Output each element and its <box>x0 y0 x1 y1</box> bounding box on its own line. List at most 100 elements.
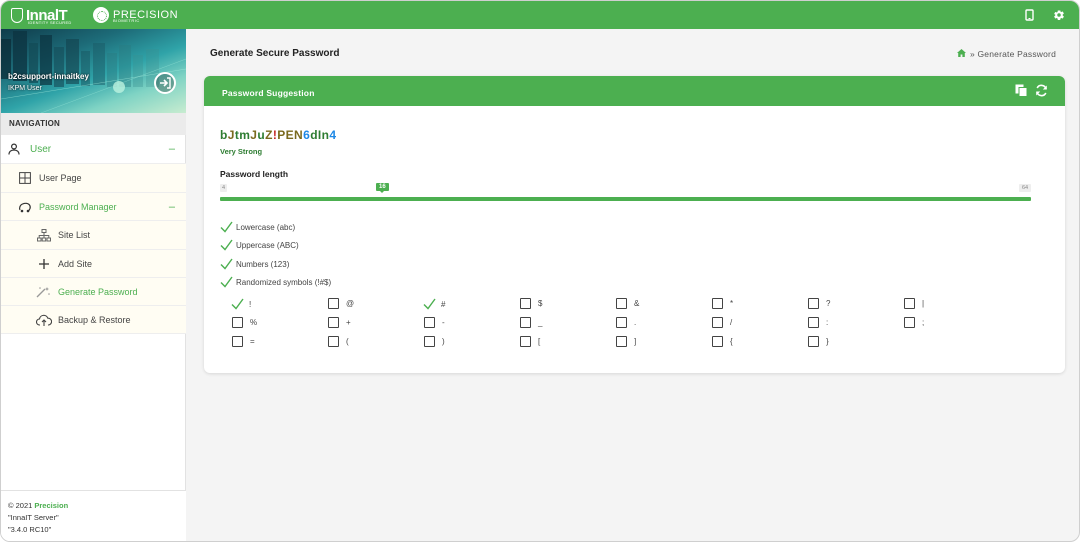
symbol-checkbox[interactable]: / <box>712 317 732 328</box>
sidebar-item-site-list[interactable]: Site List <box>1 221 186 250</box>
symbol-checkbox[interactable]: : <box>808 317 828 328</box>
cloud-upload-icon <box>36 314 52 326</box>
checkbox-box[interactable] <box>712 317 723 328</box>
sidebar-item-generate-password[interactable]: Generate Password <box>1 278 186 306</box>
checkbox-box[interactable] <box>424 336 435 347</box>
symbol-checkbox[interactable]: { <box>712 336 733 347</box>
symbol-checkbox[interactable]: + <box>328 317 351 328</box>
sidebar: b2csupport-innaitkey IKPM User NAVIGATIO… <box>1 29 186 541</box>
checkbox-box[interactable] <box>712 336 723 347</box>
symbol-checkbox[interactable]: & <box>616 298 639 309</box>
symbol-checkbox[interactable]: ) <box>424 336 445 347</box>
symbol-checkbox[interactable]: ( <box>328 336 349 347</box>
option-label: Randomized symbols (!#$) <box>236 277 332 287</box>
checkbox-box[interactable] <box>232 317 243 328</box>
symbol-label: @ <box>346 299 355 308</box>
sidebar-item-user[interactable]: User – <box>1 135 186 164</box>
checkbox-box[interactable] <box>904 317 915 328</box>
magic-wand-icon <box>36 286 51 298</box>
checkbox-box[interactable] <box>328 317 339 328</box>
collapse-icon[interactable]: – <box>169 143 175 155</box>
symbol-label: ] <box>634 337 637 346</box>
symbol-label: + <box>346 318 351 327</box>
check-icon <box>220 239 233 251</box>
checkbox-box[interactable] <box>808 298 819 309</box>
innait-logo[interactable]: InnalT IDENTITY SECURED <box>11 5 71 25</box>
sidebar-item-label: Generate Password <box>58 286 138 297</box>
checkbox-box[interactable] <box>520 298 531 309</box>
company-link[interactable]: Precision <box>34 501 68 510</box>
checkbox-box[interactable] <box>616 317 627 328</box>
city-skyline-image <box>1 31 186 113</box>
logout-icon[interactable] <box>154 72 176 94</box>
password-char-group: J <box>227 128 235 142</box>
checkbox-box[interactable] <box>616 298 627 309</box>
home-icon[interactable] <box>956 49 966 59</box>
grid-icon <box>19 172 31 184</box>
symbol-checkbox[interactable]: ? <box>808 298 830 309</box>
checkbox-box[interactable] <box>520 336 531 347</box>
checkbox-box[interactable] <box>712 298 723 309</box>
symbol-label: ; <box>922 318 925 327</box>
symbol-checkbox[interactable]: * <box>712 298 733 309</box>
sidebar-item-add-site[interactable]: Add Site <box>1 250 186 278</box>
symbol-label: _ <box>538 318 543 327</box>
checkbox-box[interactable] <box>232 336 243 347</box>
symbol-label: ( <box>346 337 349 346</box>
checkbox-box[interactable] <box>808 336 819 347</box>
gear-icon[interactable] <box>1051 7 1067 23</box>
password-char-group: Z <box>265 128 273 142</box>
sidebar-item-user-page[interactable]: User Page <box>1 164 186 193</box>
sidebar-footer: © 2021 Precision "InnaIT Server" "3.4.0 … <box>1 490 186 541</box>
check-icon <box>423 298 436 310</box>
precision-logo: PRECISION BIOMETRIC <box>93 5 178 25</box>
breadcrumb-current: » Generate Password <box>969 49 1056 59</box>
symbol-checkbox[interactable]: @ <box>328 298 354 309</box>
user-card: b2csupport-innaitkey IKPM User <box>1 29 186 113</box>
symbol-checkbox[interactable]: ; <box>904 317 924 328</box>
checkbox-box[interactable] <box>808 317 819 328</box>
option-label: Uppercase (ABC) <box>236 240 299 250</box>
sidebar-item-password-manager[interactable]: Password Manager – <box>1 193 186 221</box>
sidebar-item-label: User Page <box>39 173 82 183</box>
symbol-checkbox[interactable]: # <box>423 298 445 310</box>
uppercase-option[interactable]: Uppercase (ABC) <box>220 239 299 251</box>
refresh-icon[interactable] <box>1035 84 1048 102</box>
check-icon <box>220 258 233 270</box>
symbol-checkbox[interactable]: ] <box>616 336 636 347</box>
symbol-label: / <box>730 318 733 327</box>
symbol-label: % <box>250 318 258 327</box>
numbers-option[interactable]: Numbers (123) <box>220 258 289 270</box>
symbol-checkbox[interactable]: } <box>808 336 829 347</box>
checkbox-box[interactable] <box>616 336 627 347</box>
mobile-icon[interactable] <box>1021 7 1037 23</box>
plus-icon <box>38 258 50 270</box>
generated-password[interactable]: bJtmJuZ!PEN6dIn4 <box>220 128 336 142</box>
symbol-label: { <box>730 337 733 346</box>
password-length-slider[interactable] <box>220 197 1031 201</box>
length-max-label: 64 <box>1019 184 1032 192</box>
symbol-label: : <box>826 318 829 327</box>
symbol-checkbox[interactable]: = <box>232 336 255 347</box>
checkbox-box[interactable] <box>520 317 531 328</box>
symbol-checkbox[interactable]: % <box>232 317 257 328</box>
lowercase-option[interactable]: Lowercase (abc) <box>220 221 295 233</box>
symbol-checkbox[interactable]: ! <box>231 298 251 310</box>
sidebar-item-label: Password Manager <box>39 201 117 212</box>
symbol-checkbox[interactable]: [ <box>520 336 540 347</box>
password-char-group: dIn <box>310 128 330 142</box>
symbols-option[interactable]: Randomized symbols (!#$) <box>220 276 331 288</box>
checkbox-box[interactable] <box>424 317 435 328</box>
symbol-checkbox[interactable]: . <box>616 317 636 328</box>
sidebar-item-backup-restore[interactable]: Backup & Restore <box>1 306 186 334</box>
symbol-checkbox[interactable]: | <box>904 298 924 309</box>
symbol-checkbox[interactable]: - <box>424 317 445 328</box>
copy-icon[interactable] <box>1015 84 1028 102</box>
checkbox-box[interactable] <box>904 298 915 309</box>
checkbox-box[interactable] <box>328 336 339 347</box>
checkbox-box[interactable] <box>328 298 339 309</box>
shield-icon <box>11 7 23 23</box>
symbol-checkbox[interactable]: _ <box>520 317 542 328</box>
symbol-checkbox[interactable]: $ <box>520 298 542 309</box>
collapse-icon[interactable]: – <box>169 201 175 213</box>
